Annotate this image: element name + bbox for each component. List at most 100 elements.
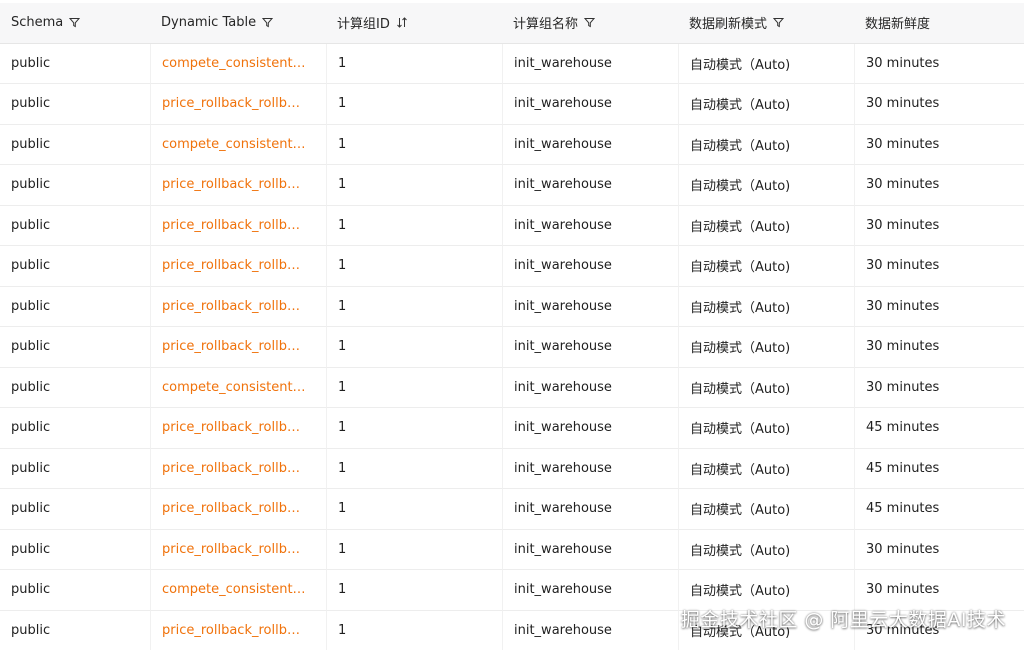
cell-schema: public: [0, 287, 150, 327]
column-header-compute-group-name[interactable]: 计算组名称: [502, 3, 678, 44]
dynamic-table-link[interactable]: compete_consistent_pr...: [162, 380, 307, 395]
cell-refresh-mode-text: 自动模式（Auto): [690, 462, 791, 478]
cell-freshness: 30 minutes: [854, 84, 1024, 125]
cell-dynamic-table: compete_consistent_pr...: [150, 124, 326, 165]
dynamic-table-link[interactable]: price_rollback_rollback_...: [162, 501, 307, 516]
cell-compute-group-name-text: init_warehouse: [514, 420, 612, 436]
filter-icon[interactable]: [69, 17, 81, 28]
cell-compute-group-id-text: 1: [338, 501, 347, 517]
cell-refresh-mode-text: 自动模式（Auto): [690, 138, 791, 154]
column-header-label: 数据新鲜度: [865, 17, 931, 33]
dynamic-table-link[interactable]: compete_consistent_pr...: [162, 56, 307, 71]
cell-dynamic-table: price_rollback_rollback_...: [150, 610, 326, 650]
cell-refresh-mode: 自动模式（Auto): [678, 489, 854, 530]
column-header-compute-group-id[interactable]: 计算组ID: [326, 3, 502, 44]
cell-freshness-text: 30 minutes: [866, 217, 940, 233]
filter-icon[interactable]: [773, 17, 785, 28]
cell-refresh-mode: 自动模式（Auto): [678, 84, 854, 125]
dynamic-table-link[interactable]: price_rollback_rollback_...: [162, 177, 307, 192]
cell-schema: public: [0, 327, 150, 368]
dynamic-table-list-page: Schema Dynamic Table 计算组ID 计算组名称 数据刷新模式 …: [0, 0, 1024, 650]
cell-schema-text: public: [11, 460, 51, 476]
cell-compute-group-id: 1: [326, 529, 502, 570]
cell-compute-group-id-text: 1: [338, 339, 347, 355]
cell-refresh-mode: 自动模式（Auto): [678, 205, 854, 246]
cell-refresh-mode: 自动模式（Auto): [678, 529, 854, 570]
cell-compute-group-id: 1: [326, 205, 502, 246]
cell-compute-group-id-text: 1: [338, 582, 347, 598]
cell-compute-group-name-text: init_warehouse: [514, 217, 612, 233]
cell-refresh-mode-text: 自动模式（Auto): [690, 503, 791, 519]
filter-icon[interactable]: [262, 17, 274, 28]
cell-refresh-mode-text: 自动模式（Auto): [690, 260, 791, 276]
cell-compute-group-name: init_warehouse: [502, 84, 678, 125]
cell-compute-group-name: init_warehouse: [502, 165, 678, 206]
cell-freshness-text: 30 minutes: [866, 177, 940, 193]
cell-schema: public: [0, 206, 150, 246]
column-header-label: 数据刷新模式: [689, 17, 768, 33]
cell-compute-group-name-text: init_warehouse: [514, 582, 612, 598]
cell-freshness-text: 30 minutes: [866, 298, 940, 314]
cell-freshness: 30 minutes: [854, 529, 1024, 570]
cell-freshness-text: 30 minutes: [866, 541, 940, 557]
dynamic-table-link[interactable]: compete_consistent_pr...: [162, 582, 307, 597]
sort-icon[interactable]: [396, 17, 408, 28]
cell-dynamic-table: compete_consistent_pr...: [150, 43, 326, 84]
cell-freshness: 30 minutes: [854, 327, 1024, 368]
cell-schema: public: [0, 489, 150, 530]
cell-freshness-text: 30 minutes: [866, 55, 940, 71]
cell-schema-text: public: [11, 177, 51, 193]
cell-compute-group-name: init_warehouse: [502, 448, 678, 489]
cell-compute-group-id-text: 1: [338, 177, 347, 193]
cell-schema-text: public: [11, 622, 51, 638]
cell-compute-group-id-text: 1: [338, 55, 347, 71]
cell-compute-group-name-text: init_warehouse: [514, 379, 612, 395]
cell-schema: public: [0, 368, 150, 408]
dynamic-table-link[interactable]: price_rollback_rollback_...: [162, 420, 307, 435]
cell-compute-group-id: 1: [326, 408, 502, 449]
cell-refresh-mode-text: 自动模式（Auto): [690, 543, 791, 559]
cell-compute-group-id: 1: [326, 570, 502, 611]
cell-compute-group-id-text: 1: [338, 420, 347, 436]
column-header-schema[interactable]: Schema: [0, 3, 150, 44]
cell-freshness-text: 30 minutes: [866, 136, 940, 152]
column-header-label: 计算组ID: [337, 17, 390, 33]
cell-compute-group-id-text: 1: [338, 96, 347, 112]
dynamic-table-link[interactable]: price_rollback_rollback_...: [162, 96, 307, 111]
cell-compute-group-name-text: init_warehouse: [514, 258, 612, 274]
cell-refresh-mode: 自动模式（Auto): [678, 165, 854, 206]
cell-schema-text: public: [11, 501, 51, 517]
dynamic-table-link[interactable]: price_rollback_rollback_...: [162, 542, 307, 557]
column-header-dynamic-table[interactable]: Dynamic Table: [150, 3, 326, 44]
dynamic-table-link[interactable]: price_rollback_rollback_...: [162, 623, 307, 638]
cell-schema-text: public: [11, 136, 51, 152]
dynamic-table-link[interactable]: price_rollback_rollback_...: [162, 299, 307, 314]
cell-compute-group-name: init_warehouse: [502, 246, 678, 287]
cell-refresh-mode-text: 自动模式（Auto): [690, 57, 791, 73]
dynamic-table-link[interactable]: compete_consistent_pr...: [162, 137, 307, 152]
cell-schema-text: public: [11, 217, 51, 233]
column-header-refresh-mode[interactable]: 数据刷新模式: [678, 3, 854, 44]
filter-icon[interactable]: [584, 17, 596, 28]
cell-freshness: 45 minutes: [854, 448, 1024, 489]
cell-refresh-mode-text: 自动模式（Auto): [690, 341, 791, 357]
cell-freshness: 30 minutes: [854, 205, 1024, 246]
cell-freshness: 30 minutes: [854, 43, 1024, 84]
dynamic-table-link[interactable]: price_rollback_rollback_...: [162, 218, 307, 233]
cell-compute-group-name: init_warehouse: [502, 408, 678, 449]
cell-compute-group-name-text: init_warehouse: [514, 460, 612, 476]
dynamic-table-link[interactable]: price_rollback_rollback_...: [162, 461, 307, 476]
dynamic-table-link[interactable]: price_rollback_rollback_...: [162, 258, 307, 273]
dynamic-table-grid: Schema Dynamic Table 计算组ID 计算组名称 数据刷新模式 …: [0, 3, 1024, 650]
cell-compute-group-id: 1: [326, 43, 502, 84]
cell-refresh-mode: 自动模式（Auto): [678, 124, 854, 165]
cell-freshness: 30 minutes: [854, 124, 1024, 165]
cell-compute-group-name: init_warehouse: [502, 286, 678, 327]
cell-refresh-mode: 自动模式（Auto): [678, 286, 854, 327]
cell-compute-group-name-text: init_warehouse: [514, 298, 612, 314]
cell-compute-group-name-text: init_warehouse: [514, 622, 612, 638]
cell-schema-text: public: [11, 339, 51, 355]
dynamic-table-link[interactable]: price_rollback_rollback_...: [162, 339, 307, 354]
cell-compute-group-id: 1: [326, 367, 502, 408]
cell-schema-text: public: [11, 96, 51, 112]
